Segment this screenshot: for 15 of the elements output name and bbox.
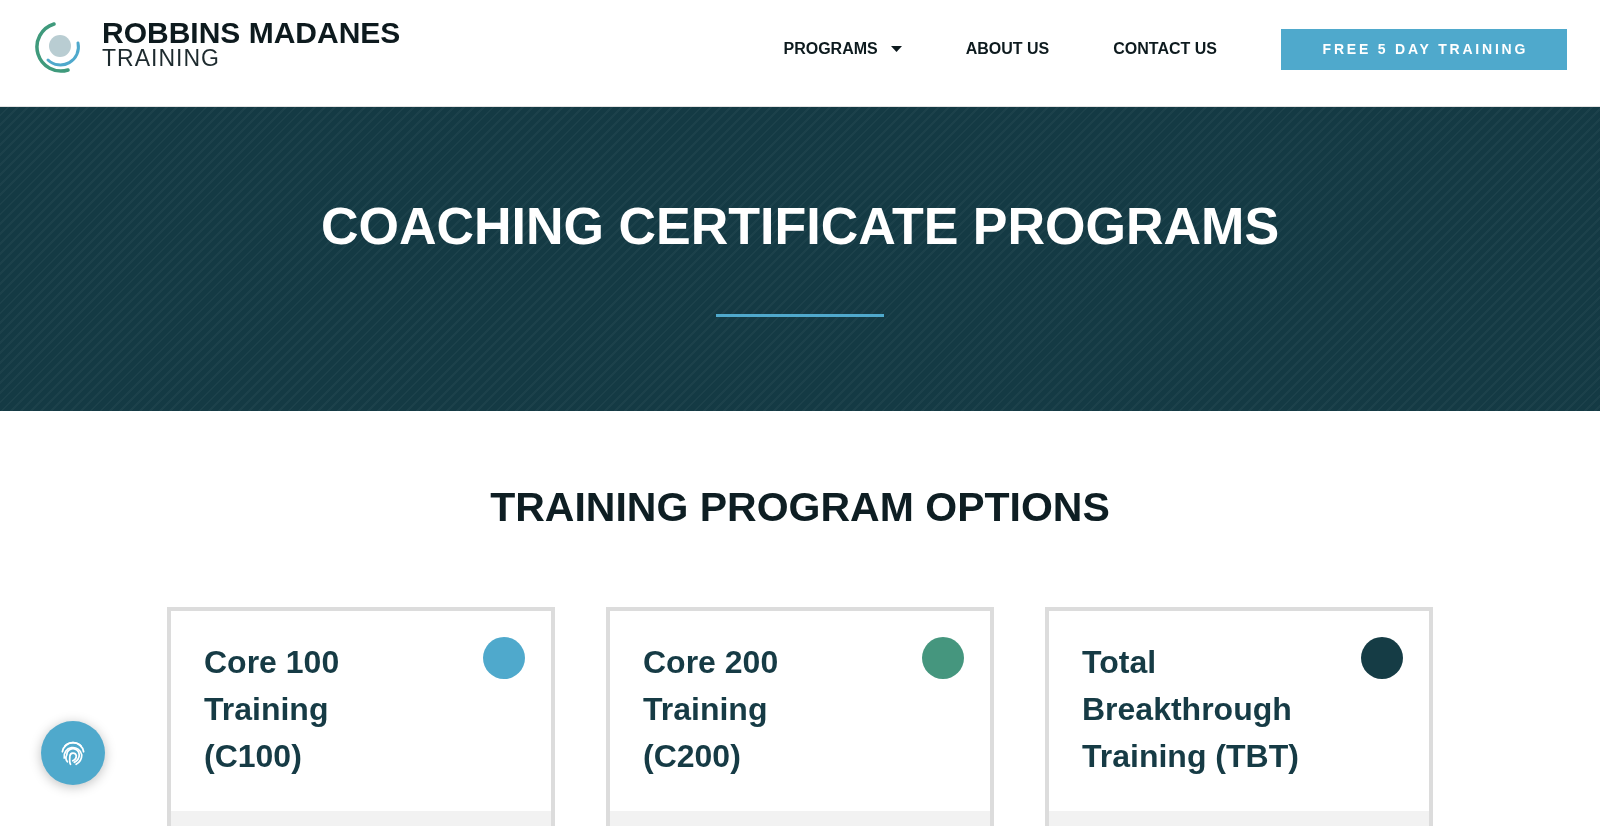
program-card[interactable]: Total Breakthrough Training (TBT) — [1045, 607, 1433, 826]
program-card[interactable]: Core 200 Training (C200) — [606, 607, 994, 826]
nav-link[interactable]: PROGRAMS — [783, 40, 902, 58]
fingerprint-button[interactable] — [41, 721, 105, 785]
section-heading: TRAINING PROGRAM OPTIONS — [490, 483, 1110, 531]
program-card[interactable]: Core 100 Training (C100) — [167, 607, 555, 826]
card-title: Core 100 Training (C100) — [204, 643, 341, 776]
logo-icon — [35, 21, 83, 73]
logo-subtitle: TRAINING — [102, 46, 221, 70]
card-title: Total Breakthrough Training (TBT) — [1082, 643, 1300, 776]
hero-title: COACHING CERTIFICATE PROGRAMS — [320, 196, 1280, 256]
card-title: Core 200 Training (C200) — [643, 643, 780, 776]
logo-name: ROBBINS MADANES — [102, 18, 401, 48]
nav-link[interactable]: CONTACT US — [1113, 40, 1217, 58]
nav-link[interactable]: ABOUT US — [965, 40, 1050, 58]
